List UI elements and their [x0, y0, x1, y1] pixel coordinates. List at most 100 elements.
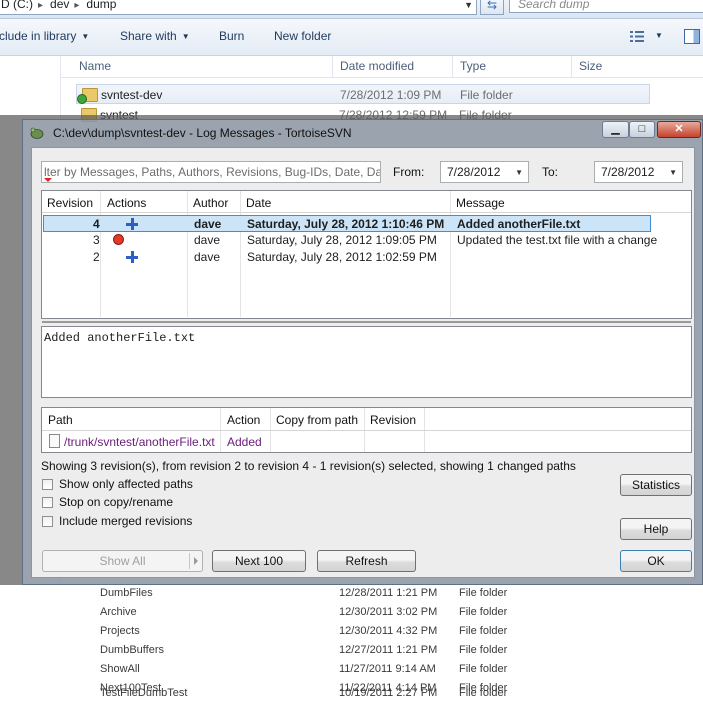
ghost-file-type: File folder	[459, 663, 508, 675]
close-button[interactable]: ✕	[657, 121, 701, 138]
column-header-date[interactable]: Date	[246, 196, 271, 210]
column-header-date-modified[interactable]: Date modified	[340, 59, 414, 73]
log-row[interactable]: 4 dave Saturday, July 28, 2012 1:10:46 P…	[43, 215, 651, 232]
ok-button[interactable]: OK	[620, 550, 692, 572]
column-header-message[interactable]: Message	[456, 196, 505, 210]
svn-status-ok-icon	[77, 94, 87, 104]
message-cell: Added anotherFile.txt	[457, 217, 581, 231]
column-header-name[interactable]: Name	[79, 59, 111, 73]
to-date-picker[interactable]: 7/28/2012 ▼	[594, 161, 683, 183]
ghost-file-name: Archive	[100, 606, 137, 618]
refresh-button[interactable]: Refresh	[317, 550, 416, 572]
address-box[interactable]: D (C:) ▸ dev ▸ dump ▼	[0, 0, 477, 15]
log-row[interactable]: 3 dave Saturday, July 28, 2012 1:09:05 P…	[43, 232, 657, 249]
stop-on-copy-checkbox[interactable]	[42, 497, 53, 508]
address-part-drive[interactable]: D (C:)	[1, 0, 33, 11]
splitter[interactable]	[42, 321, 691, 327]
ghost-file-name: TestFileDumbTest	[100, 687, 188, 699]
maximize-icon: □	[638, 123, 646, 135]
filter-input[interactable]: lter by Messages, Paths, Authors, Revisi…	[41, 161, 381, 183]
file-date: 7/28/2012 1:09 PM	[340, 88, 442, 102]
revision-cell: 3	[93, 233, 100, 247]
chevron-down-icon[interactable]: ▼	[655, 31, 663, 40]
tortoisesvn-icon	[30, 127, 44, 139]
from-label: From:	[393, 165, 425, 179]
share-with-button[interactable]: Share with ▼	[120, 29, 190, 43]
filter-options-icon[interactable]	[44, 178, 52, 182]
path-cell[interactable]: /trunk/svntest/anotherFile.txt	[64, 435, 215, 449]
burn-button[interactable]: Burn	[219, 29, 244, 43]
statistics-button[interactable]: Statistics	[620, 474, 692, 496]
view-options-icon[interactable]	[630, 31, 644, 42]
to-label: To:	[542, 165, 559, 179]
author-cell: dave	[194, 250, 221, 264]
column-divider[interactable]	[452, 56, 453, 77]
changed-paths-list[interactable]: Path Action Copy from path Revision /tru…	[41, 407, 692, 453]
address-bar: D (C:) ▸ dev ▸ dump ▼ ⇆ Search dump	[0, 0, 703, 19]
log-message-text[interactable]: Added anotherFile.txt	[41, 321, 692, 398]
ghost-file-date: 12/27/2011 1:21 PM	[339, 644, 438, 656]
include-merged-checkbox[interactable]	[42, 516, 53, 527]
ghost-file-date: 10/19/2011 2:27 PM	[339, 687, 438, 699]
from-date-picker[interactable]: 7/28/2012 ▼	[440, 161, 529, 183]
chevron-down-icon[interactable]: ▼	[515, 168, 523, 177]
dialog-title-bar[interactable]: C:\dev\dump\svntest-dev - Log Messages -…	[23, 120, 702, 146]
minimize-button[interactable]: ▁	[602, 121, 629, 138]
show-only-affected-label[interactable]: Show only affected paths	[59, 477, 193, 491]
ghost-file-date: 12/28/2011 1:21 PM	[339, 587, 438, 599]
new-folder-button[interactable]: New folder	[274, 29, 331, 43]
include-in-library-button[interactable]: clude in library ▼	[0, 29, 89, 43]
column-header-size[interactable]: Size	[579, 59, 602, 73]
dialog-title: C:\dev\dump\svntest-dev - Log Messages -…	[53, 126, 352, 140]
preview-pane-icon[interactable]	[684, 29, 700, 44]
column-header-action[interactable]: Action	[227, 413, 260, 427]
column-header-path[interactable]: Path	[48, 413, 73, 427]
ghost-file-name: DumbFiles	[100, 587, 153, 599]
maximize-button[interactable]: □	[629, 121, 655, 138]
show-only-affected-checkbox[interactable]	[42, 479, 53, 490]
column-header-revision[interactable]: Revision	[47, 196, 93, 210]
added-action-icon	[126, 251, 138, 263]
log-row[interactable]: 2 dave Saturday, July 28, 2012 1:02:59 P…	[43, 249, 651, 266]
column-header-copy-from-path[interactable]: Copy from path	[276, 413, 358, 427]
ghost-file-row: TestFileDumbTest 10/19/2011 2:27 PM File f…	[76, 685, 676, 703]
log-messages-dialog: C:\dev\dump\svntest-dev - Log Messages -…	[22, 119, 703, 585]
ghost-file-row: DumbFiles 12/28/2011 1:21 PM File folder	[76, 585, 676, 603]
ghost-file-type: File folder	[459, 625, 508, 637]
chevron-down-icon[interactable]: ▼	[669, 168, 677, 177]
chevron-down-icon: ▼	[181, 32, 190, 41]
column-divider[interactable]	[571, 56, 572, 77]
ghost-file-row: ShowAll 11/27/2011 9:14 AM File folder	[76, 661, 676, 679]
status-text: Showing 3 revision(s), from revision 2 t…	[41, 459, 576, 473]
refresh-arrows-icon[interactable]: ⇆	[480, 0, 504, 15]
revision-cell: 4	[93, 217, 100, 231]
show-all-button[interactable]: Show All	[42, 550, 203, 572]
stop-on-copy-label[interactable]: Stop on copy/rename	[59, 495, 173, 509]
column-divider[interactable]	[332, 56, 333, 77]
search-input[interactable]: Search dump	[509, 0, 703, 13]
log-list[interactable]: Revision Actions Author Date Message 4 d…	[41, 190, 692, 319]
column-header-type[interactable]: Type	[460, 59, 486, 73]
file-type: File folder	[460, 88, 513, 102]
date-cell: Saturday, July 28, 2012 1:02:59 PM	[247, 250, 437, 264]
column-header-author[interactable]: Author	[193, 196, 228, 210]
address-part-dump[interactable]: dump	[86, 0, 116, 11]
column-header-actions[interactable]: Actions	[107, 196, 146, 210]
help-button[interactable]: Help	[620, 518, 692, 540]
include-merged-label[interactable]: Include merged revisions	[59, 514, 192, 528]
address-part-dev[interactable]: dev	[50, 0, 69, 11]
breadcrumb-arrow-icon[interactable]: ▸	[38, 0, 43, 11]
author-cell: dave	[194, 233, 221, 247]
breadcrumb-arrow-icon[interactable]: ▸	[74, 0, 79, 11]
date-cell: Saturday, July 28, 2012 1:09:05 PM	[247, 233, 437, 247]
show-all-label: Show All	[99, 554, 146, 568]
address-dropdown-icon[interactable]: ▼	[464, 0, 473, 13]
log-message-content: Added anotherFile.txt	[44, 331, 196, 345]
file-row-svntest-dev[interactable]: svntest-dev 7/28/2012 1:09 PM File folde…	[76, 84, 650, 104]
file-name: svntest-dev	[101, 88, 163, 102]
ghost-file-row: Projects 12/30/2011 4:32 PM File folder	[76, 623, 676, 641]
column-header-revision[interactable]: Revision	[370, 413, 416, 427]
chevron-right-icon[interactable]	[194, 557, 198, 565]
ghost-file-name: Projects	[100, 625, 140, 637]
next-100-button[interactable]: Next 100	[212, 550, 306, 572]
